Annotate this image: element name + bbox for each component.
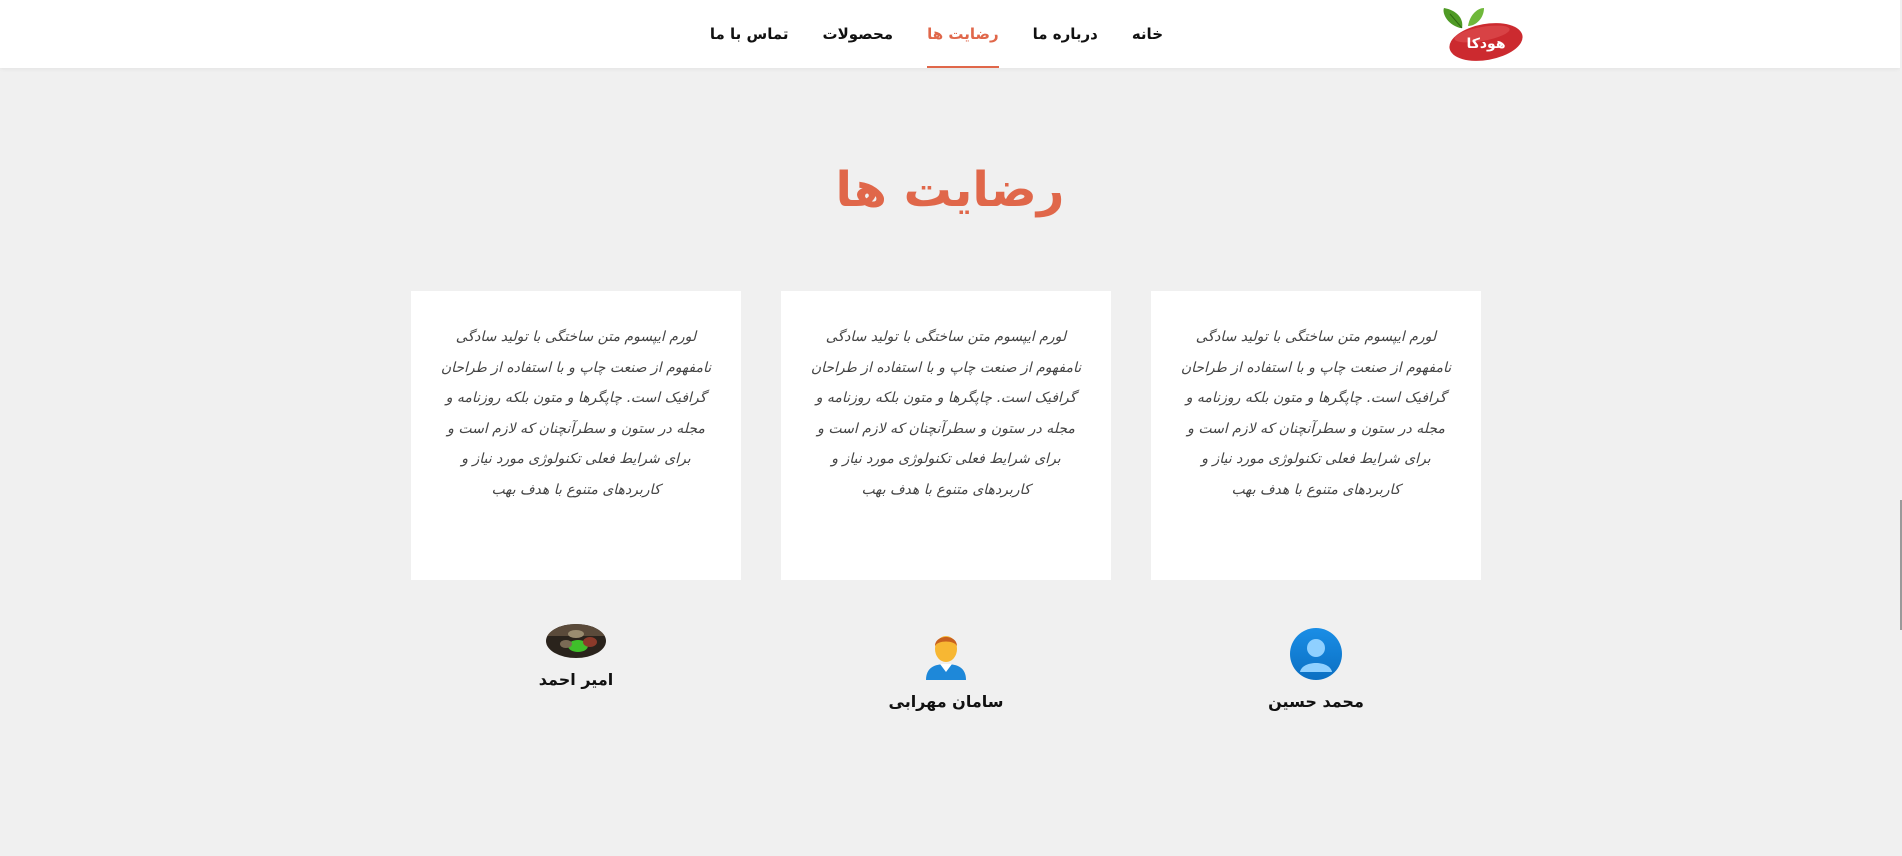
nav-item-testimonials[interactable]: رضایت ها [910,0,1016,68]
nav-item-about[interactable]: درباره ما [1016,0,1115,68]
nav-item-contact[interactable]: تماس با ما [693,0,806,68]
logo-graphic: هودکا [1443,8,1523,61]
testimonial-card: لورم ایپسوم متن ساختگی با تولید سادگی نا… [1151,291,1481,580]
logo-text: هودکا [1466,36,1505,52]
testimonial-text: لورم ایپسوم متن ساختگی با تولید سادگی نا… [440,329,712,498]
testimonial-text: لورم ایپسوم متن ساختگی با تولید سادگی نا… [810,329,1082,498]
nav-item-home[interactable]: خانه [1115,0,1180,68]
testimonial-card: لورم ایپسوم متن ساختگی با تولید سادگی نا… [781,291,1111,580]
testimonial-author: سامان مهرابی [846,628,1046,711]
section-title: رضایت ها [835,162,1065,218]
testimonial-author: امیر احمد [476,624,676,689]
testimonial-text: لورم ایپسوم متن ساختگی با تولید سادگی نا… [1180,329,1452,498]
navbar: خانه درباره ما رضایت ها محصولات تماس با … [0,0,1900,68]
author-name: محمد حسین [1268,692,1364,711]
man-avatar-icon [920,628,972,684]
nav-menu: خانه درباره ما رضایت ها محصولات تماس با … [700,0,1180,68]
default-user-icon [1290,628,1342,684]
testimonial-card: لورم ایپسوم متن ساختگی با تولید سادگی نا… [411,291,741,580]
brand-logo[interactable]: هودکا [1438,6,1528,64]
nav-item-products[interactable]: محصولات [806,0,911,68]
author-name: امیر احمد [538,670,614,689]
author-name: سامان مهرابی [888,692,1004,711]
testimonial-author: محمد حسین [1216,628,1416,711]
photo-avatar [546,624,606,662]
